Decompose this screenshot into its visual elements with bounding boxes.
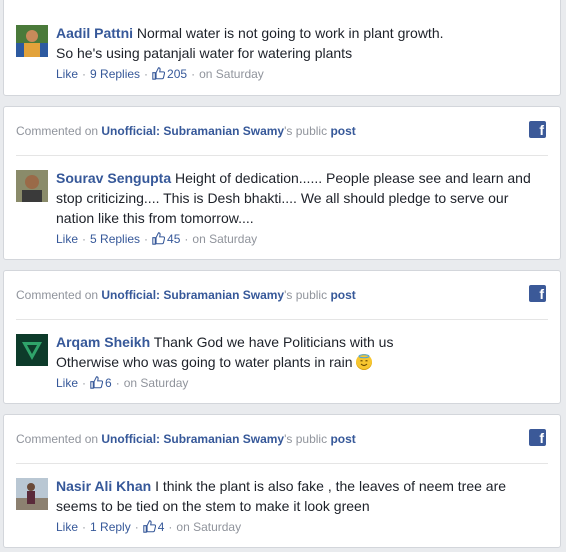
comment-meta: Like · 6 · on Saturday [56, 376, 189, 390]
timestamp[interactable]: on Saturday [124, 376, 189, 390]
replies-link[interactable]: 9 Replies [90, 67, 140, 81]
author-name[interactable]: Nasir Ali Khan [56, 478, 151, 494]
comment-body: Arqam Sheikh Thank God we have Politicia… [56, 332, 548, 391]
page-link[interactable]: Unofficial: Subramanian Swamy [101, 432, 284, 446]
facebook-logo-icon[interactable]: f [529, 429, 546, 446]
avatar[interactable] [16, 170, 48, 202]
timestamp[interactable]: on Saturday [199, 67, 264, 81]
comment-body: Sourav Sengupta Height of dedication....… [56, 168, 548, 247]
post-link[interactable]: post [330, 432, 355, 446]
avatar[interactable] [16, 25, 48, 57]
like-link[interactable]: Like [56, 520, 78, 534]
comment-card: Commented on Unofficial: Subramanian Swa… [3, 270, 561, 404]
avatar[interactable] [16, 478, 48, 510]
like-link[interactable]: Like [56, 67, 78, 81]
card-header: Commented on Unofficial: Subramanian Swa… [16, 107, 548, 156]
comment-card: Aadil Pattni Normal water is not going t… [3, 0, 561, 96]
facebook-logo-icon[interactable]: f [529, 121, 546, 138]
comment-meta: Like · 1 Reply · 4 · on Saturday [56, 520, 242, 534]
like-link[interactable]: Like [56, 376, 78, 390]
avatar[interactable] [16, 334, 48, 366]
thumbs-up-icon [152, 67, 166, 80]
comment-body: Aadil Pattni Normal water is not going t… [56, 23, 548, 82]
author-name[interactable]: Arqam Sheikh [56, 334, 150, 350]
comment-card: Commented on Unofficial: Subramanian Swa… [3, 414, 561, 548]
comment-meta: Like · 9 Replies · 205 · on Saturday [56, 67, 264, 81]
like-count[interactable]: 6 [90, 376, 112, 390]
author-name[interactable]: Aadil Pattni [56, 25, 133, 41]
like-link[interactable]: Like [56, 232, 78, 246]
like-count[interactable]: 205 [152, 67, 187, 81]
post-link[interactable]: post [330, 124, 355, 138]
replies-link[interactable]: 1 Reply [90, 520, 131, 534]
smiling-face-with-halo-icon [356, 354, 373, 370]
comment-text: Thank God we have Politicians with us [153, 334, 394, 350]
timestamp[interactable]: on Saturday [192, 232, 257, 246]
like-count[interactable]: 45 [152, 232, 180, 246]
page-link[interactable]: Unofficial: Subramanian Swamy [101, 124, 284, 138]
thumbs-up-icon [90, 376, 104, 389]
card-header: Commented on Unofficial: Subramanian Swa… [16, 271, 548, 320]
timestamp[interactable]: on Saturday [176, 520, 241, 534]
replies-link[interactable]: 5 Replies [90, 232, 140, 246]
post-link[interactable]: post [330, 288, 355, 302]
author-name[interactable]: Sourav Sengupta [56, 170, 171, 186]
comment-text-line2: So he's using patanjali water for wateri… [56, 45, 353, 61]
like-count[interactable]: 4 [142, 520, 164, 534]
card-header: Commented on Unofficial: Subramanian Swa… [16, 415, 548, 464]
comment-text-line2: Otherwise who was going to water plants … [56, 354, 353, 370]
comment-meta: Like · 5 Replies · 45 · on Saturday [56, 232, 258, 246]
thumbs-up-icon [152, 232, 166, 245]
comment-body: Nasir Ali Khan I think the plant is also… [56, 476, 548, 535]
comment-text: Normal water is not going to work in pla… [136, 25, 444, 41]
page-link[interactable]: Unofficial: Subramanian Swamy [101, 288, 284, 302]
thumbs-up-icon [142, 520, 156, 533]
facebook-logo-icon[interactable]: f [529, 285, 546, 302]
comment-card: Commented on Unofficial: Subramanian Swa… [3, 106, 561, 260]
